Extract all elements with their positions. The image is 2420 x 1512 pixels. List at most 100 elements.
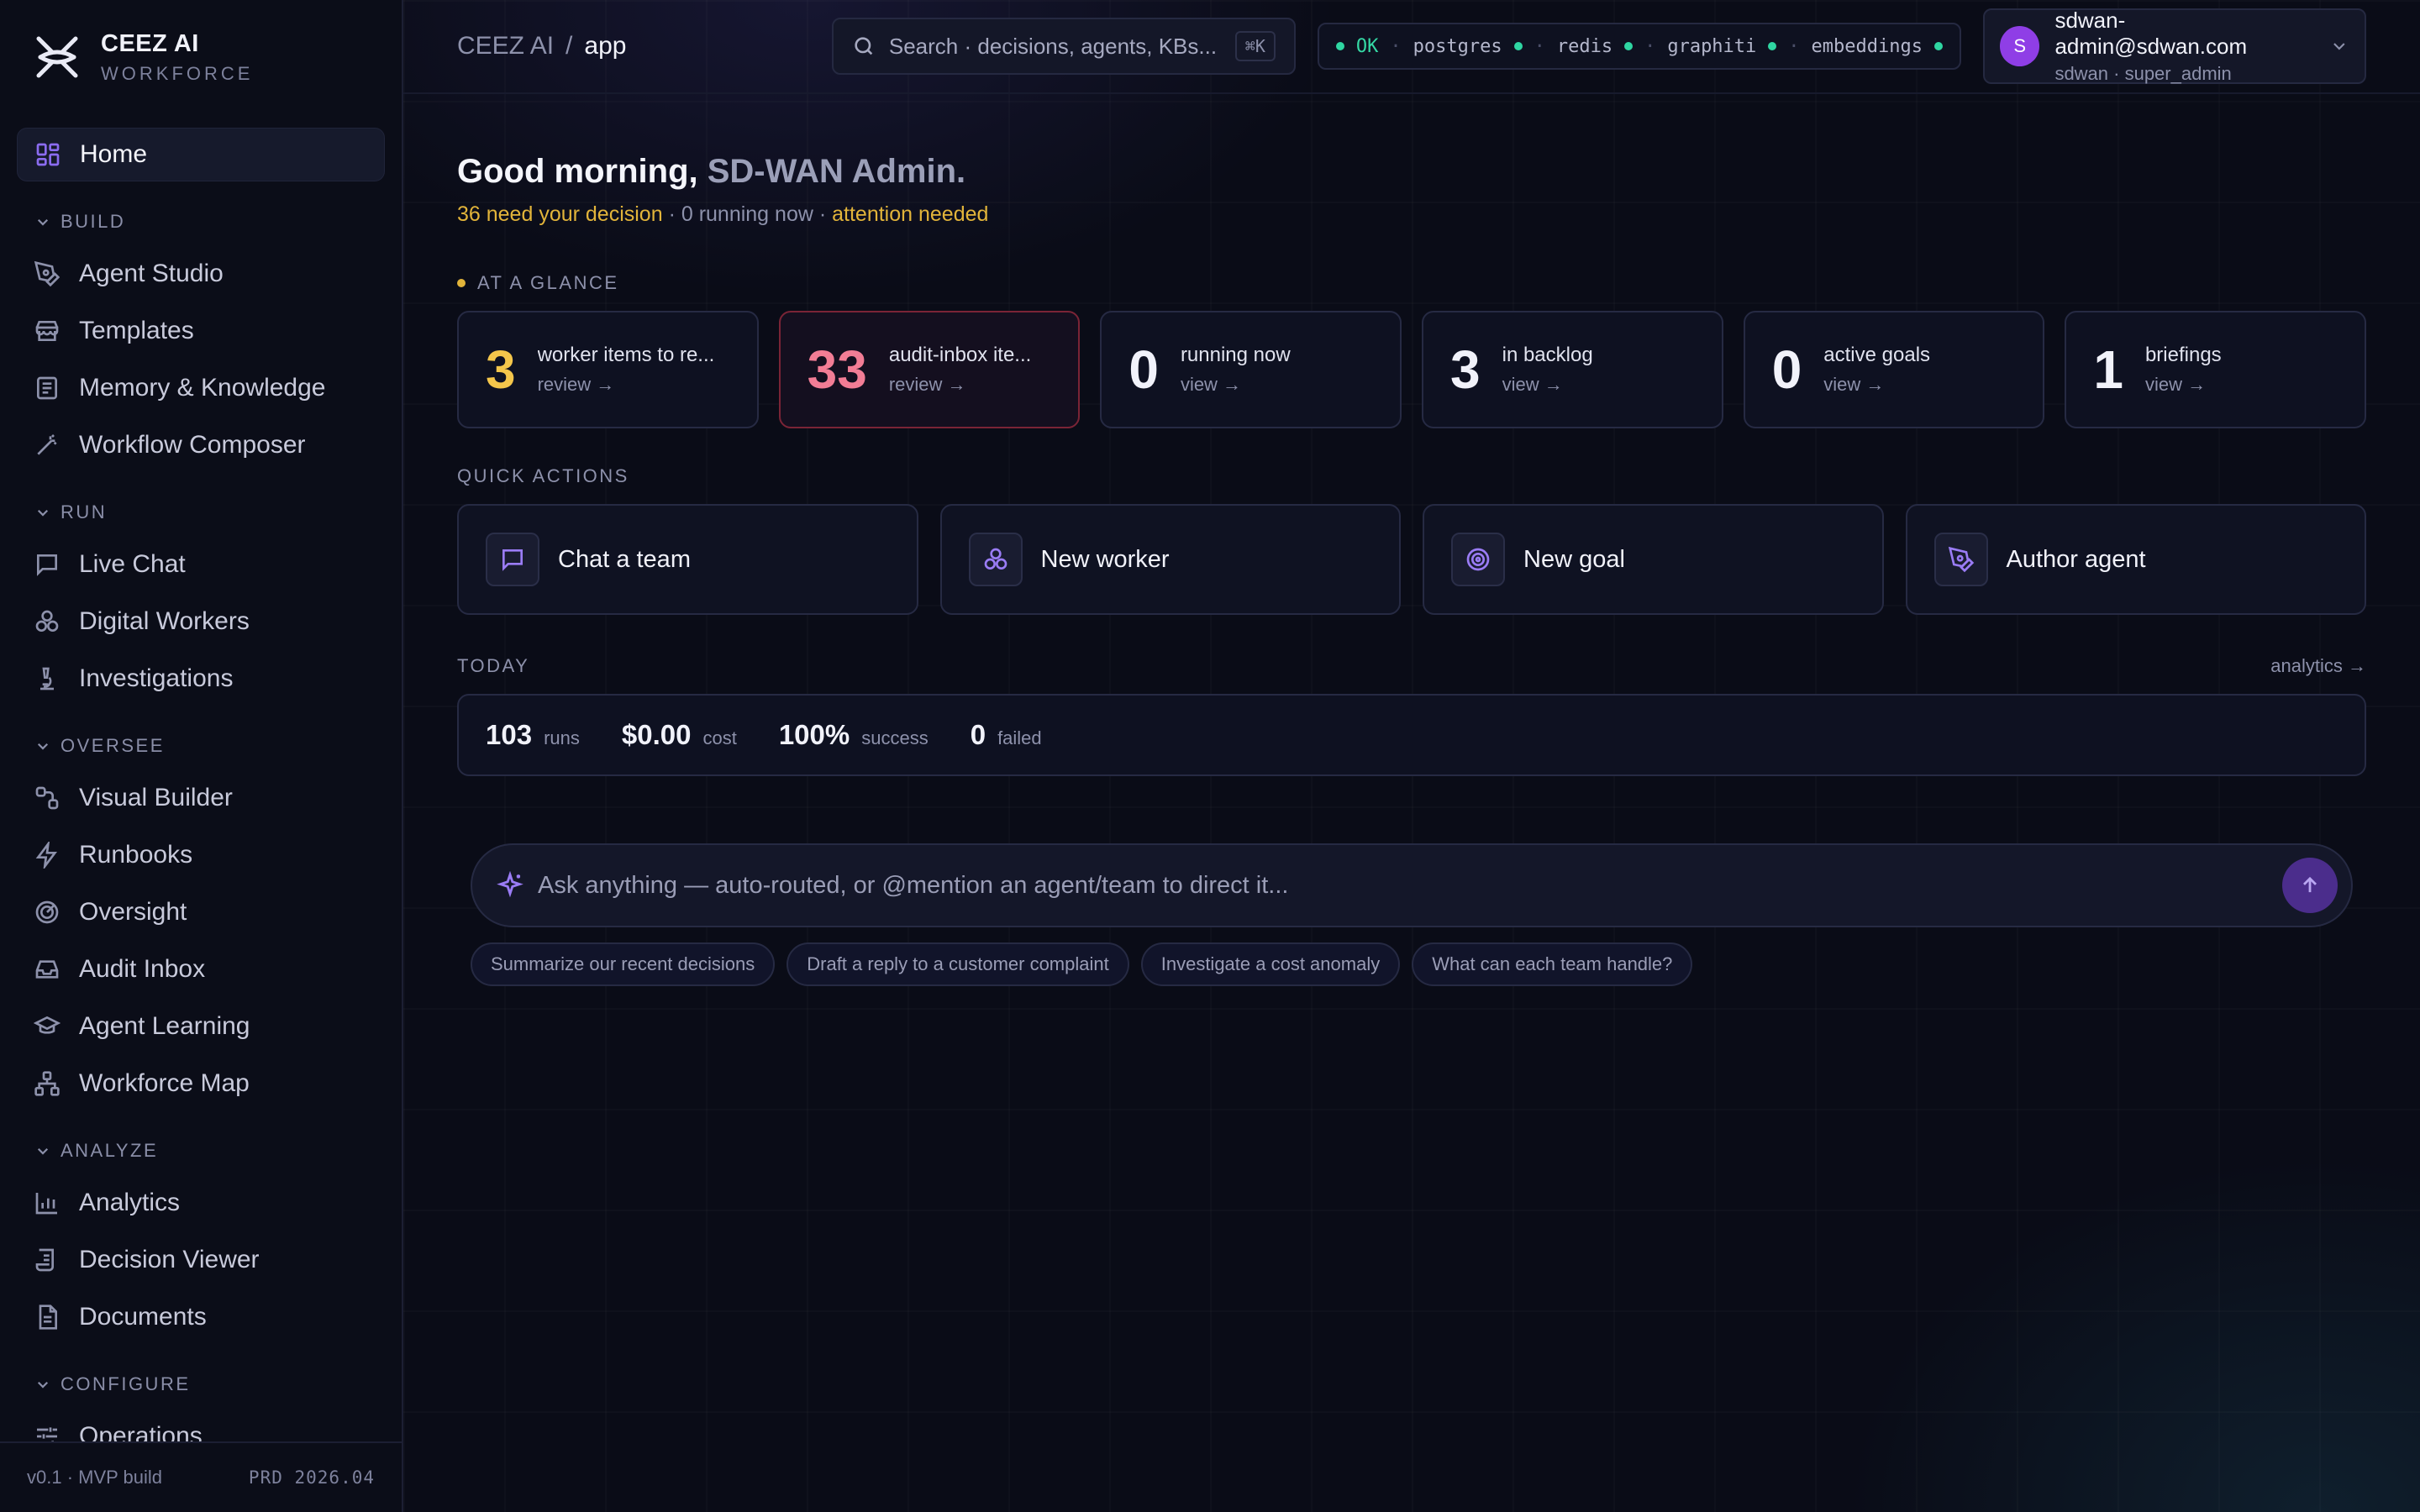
version-label: v0.1 · MVP build xyxy=(27,1467,163,1488)
send-button[interactable] xyxy=(2282,858,2338,913)
sidebar-item-audit-inbox[interactable]: Audit Inbox xyxy=(17,942,385,996)
user-menu[interactable]: S sdwan-admin@sdwan.com sdwan · super_ad… xyxy=(1983,8,2366,84)
pen-tool-icon xyxy=(1933,533,1988,586)
sidebar-item-agent-studio[interactable]: Agent Studio xyxy=(17,247,385,301)
stat-link[interactable]: review → xyxy=(538,374,715,396)
search-input[interactable]: Search · decisions, agents, KBs... ⌘K xyxy=(831,18,1296,75)
suggestion-chip[interactable]: Summarize our recent decisions xyxy=(471,942,776,986)
stat-card-worker-items[interactable]: 3 worker items to re... review → xyxy=(457,311,759,428)
action-label: Chat a team xyxy=(558,545,691,573)
stat-link[interactable]: review → xyxy=(889,374,1031,396)
sidebar-item-label: Agent Learning xyxy=(79,1012,250,1040)
sidebar-item-workforce-map[interactable]: Workforce Map xyxy=(17,1057,385,1110)
nav-section-title: CONFIGURE xyxy=(60,1373,191,1394)
glance-cards: 3 worker items to re... review → 33 audit… xyxy=(457,311,2367,428)
sidebar-item-decision-viewer[interactable]: Decision Viewer xyxy=(17,1233,385,1287)
breadcrumb-root[interactable]: CEEZ AI xyxy=(457,32,554,60)
sparkle-icon xyxy=(497,871,523,898)
health-separator: · xyxy=(1788,35,1800,57)
cluster-icon xyxy=(968,533,1023,586)
stat-link[interactable]: view → xyxy=(1502,374,1593,396)
suggestion-chip[interactable]: Draft a reply to a customer complaint xyxy=(786,942,1129,986)
build-tag: PRD 2026.04 xyxy=(248,1467,375,1488)
metric-value: 0 xyxy=(970,719,986,750)
sidebar-item-workflow-composer[interactable]: Workflow Composer xyxy=(17,418,385,472)
attention-text: attention needed xyxy=(832,202,989,226)
sidebar-item-label: Live Chat xyxy=(79,550,186,578)
stat-card-active-goals[interactable]: 0 active goals view → xyxy=(1743,311,2045,428)
document-icon xyxy=(39,1305,57,1330)
action-label: New goal xyxy=(1523,545,1625,573)
breadcrumb: CEEZ AI / app xyxy=(457,32,626,60)
metric-failed: 0 failed xyxy=(971,719,1042,751)
status-dot xyxy=(1624,42,1634,50)
pending-decisions[interactable]: 36 need your decision xyxy=(457,202,663,226)
nav-section-run[interactable]: RUN xyxy=(17,487,385,538)
sidebar-item-home[interactable]: Home xyxy=(17,128,385,181)
sidebar-item-label: Analytics xyxy=(79,1189,181,1216)
stat-number: 0 xyxy=(1128,339,1159,400)
stat-card-briefings[interactable]: 1 briefings view → xyxy=(2065,311,2367,428)
metric-key: success xyxy=(861,727,929,748)
nav-section-analyze[interactable]: ANALYZE xyxy=(17,1126,385,1176)
chat-a-team-button[interactable]: Chat a team xyxy=(457,504,918,615)
chevron-down-icon xyxy=(2333,43,2345,50)
sidebar-item-runbooks[interactable]: Runbooks xyxy=(17,828,385,882)
metric-value: 103 xyxy=(486,719,533,750)
status-dot xyxy=(1513,42,1523,50)
quick-actions: Chat a team New worker New goal Author a… xyxy=(457,504,2366,615)
sidebar-item-oversight[interactable]: Oversight xyxy=(17,885,385,939)
sidebar-item-documents[interactable]: Documents xyxy=(17,1290,385,1344)
sidebar-item-agent-learning[interactable]: Agent Learning xyxy=(17,1000,385,1053)
stat-link[interactable]: view → xyxy=(1823,374,1930,396)
page-title: Good morning, SD-WAN Admin. xyxy=(457,153,2366,191)
stat-card-running-now[interactable]: 0 running now view → xyxy=(1100,311,1402,428)
system-health-bar[interactable]: OK · postgres · redis · graphiti · embed… xyxy=(1317,23,1961,70)
nav-section-configure[interactable]: CONFIGURE xyxy=(17,1359,385,1410)
search-shortcut: ⌘K xyxy=(1234,31,1276,61)
brand[interactable]: CEEZ AI WORKFORCE xyxy=(0,0,402,114)
sidebar-item-memory-knowledge[interactable]: Memory & Knowledge xyxy=(17,361,385,415)
stat-link[interactable]: view → xyxy=(1181,374,1291,396)
at-a-glance-label: AT A GLANCE xyxy=(457,272,2366,294)
suggestion-chip[interactable]: Investigate a cost anomaly xyxy=(1140,942,1401,986)
sidebar-item-label: Documents xyxy=(79,1303,207,1331)
ask-placeholder: Ask anything — auto-routed, or @mention … xyxy=(538,871,1289,899)
lightning-icon xyxy=(35,842,57,869)
main-area: CEEZ AI / app Search · decisions, agents… xyxy=(403,0,2420,1512)
nav-section-build[interactable]: BUILD xyxy=(17,197,385,247)
greeting-subline: 36 need your decision · 0 running now · … xyxy=(457,202,2366,227)
chevron-down-icon xyxy=(37,509,49,517)
radar-icon xyxy=(35,900,59,924)
new-worker-button[interactable]: New worker xyxy=(939,504,1401,615)
bar-chart-icon xyxy=(35,1193,57,1215)
ask-input[interactable]: Ask anything — auto-routed, or @mention … xyxy=(471,843,2353,927)
stat-label: briefings xyxy=(2144,344,2222,366)
sidebar-item-investigations[interactable]: Investigations xyxy=(17,652,385,706)
action-label: New worker xyxy=(1040,545,1170,573)
sidebar-item-label: Digital Workers xyxy=(79,607,250,635)
stat-number: 33 xyxy=(807,339,867,400)
stat-number: 1 xyxy=(2093,339,2123,400)
greeting-prefix: Good morning, xyxy=(457,153,708,190)
new-goal-button[interactable]: New goal xyxy=(1423,504,1884,615)
stat-link[interactable]: view → xyxy=(2145,374,2222,396)
sidebar-item-analytics[interactable]: Analytics xyxy=(17,1176,385,1230)
metric-key: cost xyxy=(702,727,737,748)
sidebar-item-visual-builder[interactable]: Visual Builder xyxy=(17,771,385,825)
nav-section-oversee[interactable]: OVERSEE xyxy=(17,721,385,771)
sidebar-item-digital-workers[interactable]: Digital Workers xyxy=(17,595,385,648)
sidebar-item-live-chat[interactable]: Live Chat xyxy=(17,538,385,591)
suggestion-chip[interactable]: What can each team handle? xyxy=(1412,942,1693,986)
stat-card-backlog[interactable]: 3 in backlog view → xyxy=(1422,311,1723,428)
sidebar-item-templates[interactable]: Templates xyxy=(17,304,385,358)
sidebar-item-label: Workflow Composer xyxy=(79,431,306,459)
sidebar-item-label: Oversight xyxy=(79,898,187,926)
stat-card-audit-inbox[interactable]: 33 audit-inbox ite... review → xyxy=(778,311,1081,428)
microscope-icon xyxy=(40,667,54,690)
author-agent-button[interactable]: Author agent xyxy=(1905,504,2366,615)
sidebar-item-label: Templates xyxy=(79,317,194,344)
status-dot xyxy=(457,279,466,287)
analytics-link[interactable]: analytics → xyxy=(2270,655,2366,677)
nav-section-title: ANALYZE xyxy=(60,1140,159,1161)
